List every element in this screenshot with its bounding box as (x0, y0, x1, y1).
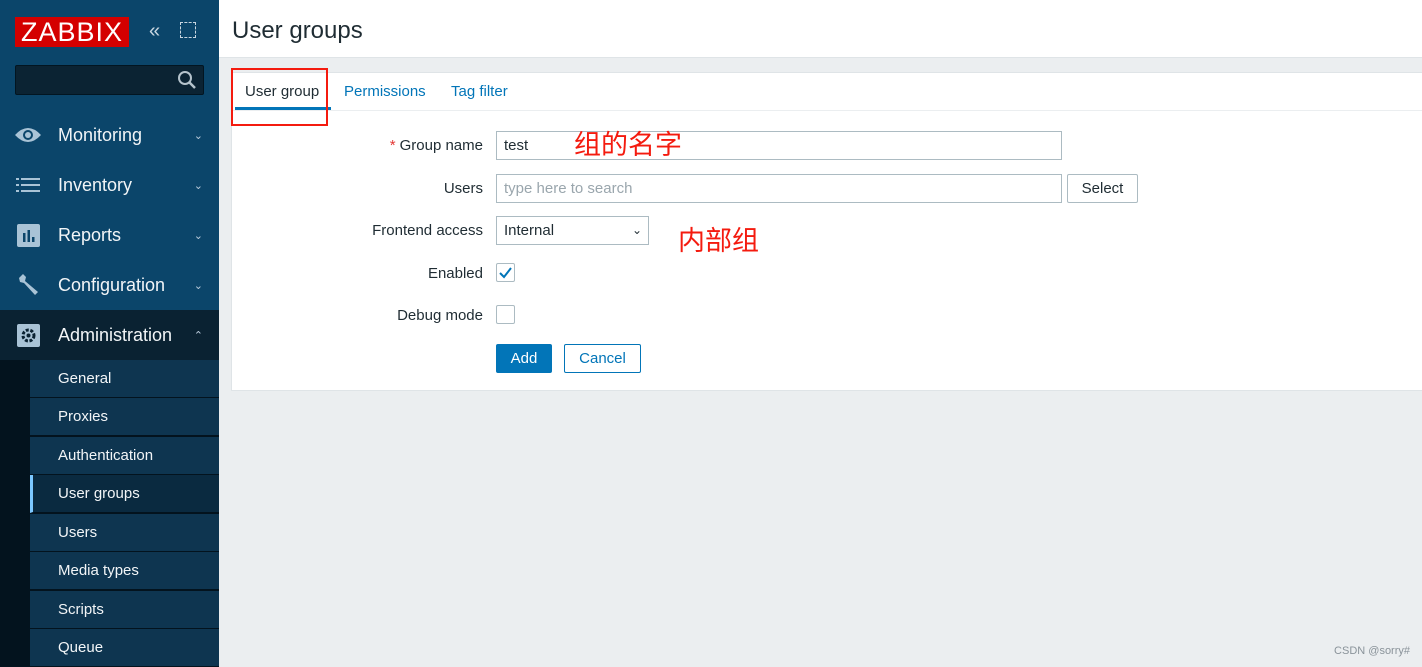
chevron-down-icon: ⌄ (193, 229, 203, 242)
administration-submenu: General Proxies Authentication User grou… (0, 360, 219, 667)
cancel-button[interactable]: Cancel (564, 344, 641, 373)
submenu-users[interactable]: Users (30, 514, 219, 552)
tabs: User group Permissions Tag filter (232, 73, 1422, 111)
annotation-frontend-access: 内部组 (678, 226, 759, 256)
wrench-icon (0, 273, 58, 297)
menu-label: Administration (58, 324, 173, 345)
frontend-access-label: Frontend access (372, 222, 483, 239)
submenu-media-types[interactable]: Media types (30, 552, 219, 590)
submenu-queue[interactable]: Queue (30, 629, 219, 667)
enabled-label: Enabled (427, 265, 483, 282)
annotation-highlight-box (231, 68, 328, 126)
menu-administration[interactable]: Administration ⌃ (0, 310, 219, 360)
checkmark-icon (499, 267, 512, 279)
bar-chart-icon (0, 223, 58, 247)
double-chevron-left-icon[interactable]: « (149, 20, 160, 42)
add-button[interactable]: Add (496, 344, 552, 373)
debug-mode-label: Debug mode (397, 307, 483, 324)
gear-icon (0, 323, 58, 347)
menu-label: Reports (58, 224, 122, 245)
menu-label: Inventory (58, 174, 133, 195)
zabbix-logo[interactable]: ZABBIX (15, 17, 129, 47)
submenu-user-groups[interactable]: User groups (30, 475, 219, 513)
chevron-down-icon: ⌄ (631, 223, 642, 237)
required-mark: * (389, 137, 396, 154)
sidebar-search-input[interactable] (15, 65, 204, 95)
watermark: CSDN @sorry# (1334, 645, 1410, 657)
submenu-authentication[interactable]: Authentication (30, 437, 219, 475)
menu-label: Monitoring (58, 124, 143, 145)
search-icon[interactable] (177, 70, 197, 90)
annotation-group-name: 组的名字 (574, 130, 682, 160)
chevron-up-icon: ⌃ (193, 329, 203, 342)
chevron-down-icon: ⌄ (193, 279, 203, 292)
submenu-scripts[interactable]: Scripts (30, 591, 219, 629)
users-label: Users (443, 180, 483, 197)
chevron-down-icon: ⌄ (193, 179, 203, 192)
user-group-form: User group Permissions Tag filter * Group… (231, 72, 1422, 391)
submenu-general[interactable]: General (30, 360, 219, 398)
tab-tag-filter[interactable]: Tag filter (451, 83, 508, 100)
menu-reports[interactable]: Reports ⌄ (0, 210, 219, 260)
menu-inventory[interactable]: Inventory ⌄ (0, 160, 219, 210)
users-search-input[interactable] (496, 174, 1062, 203)
group-name-label-text: Group name (399, 137, 483, 154)
enabled-checkbox[interactable] (496, 263, 515, 282)
sidebar: ZABBIX « Monitoring ⌄ Inventory ⌄ Reports ⌄… (0, 0, 219, 667)
select-users-button[interactable]: Select (1067, 174, 1138, 203)
menu-monitoring[interactable]: Monitoring ⌄ (0, 110, 219, 160)
frontend-access-select[interactable]: Internal ⌄ (496, 216, 649, 245)
group-name-label: * Group name (390, 137, 483, 154)
menu-configuration[interactable]: Configuration ⌄ (0, 260, 219, 310)
eye-icon (0, 126, 58, 144)
menu-label: Configuration (58, 274, 166, 295)
list-icon (0, 177, 58, 193)
submenu-proxies[interactable]: Proxies (30, 398, 219, 436)
chevron-down-icon: ⌄ (193, 129, 203, 142)
tab-permissions[interactable]: Permissions (344, 83, 426, 100)
page-title: User groups (232, 17, 363, 44)
header: User groups (219, 0, 1422, 58)
debug-mode-checkbox[interactable] (496, 305, 515, 324)
fullscreen-icon[interactable] (180, 22, 196, 38)
frontend-access-value: Internal (504, 222, 555, 239)
